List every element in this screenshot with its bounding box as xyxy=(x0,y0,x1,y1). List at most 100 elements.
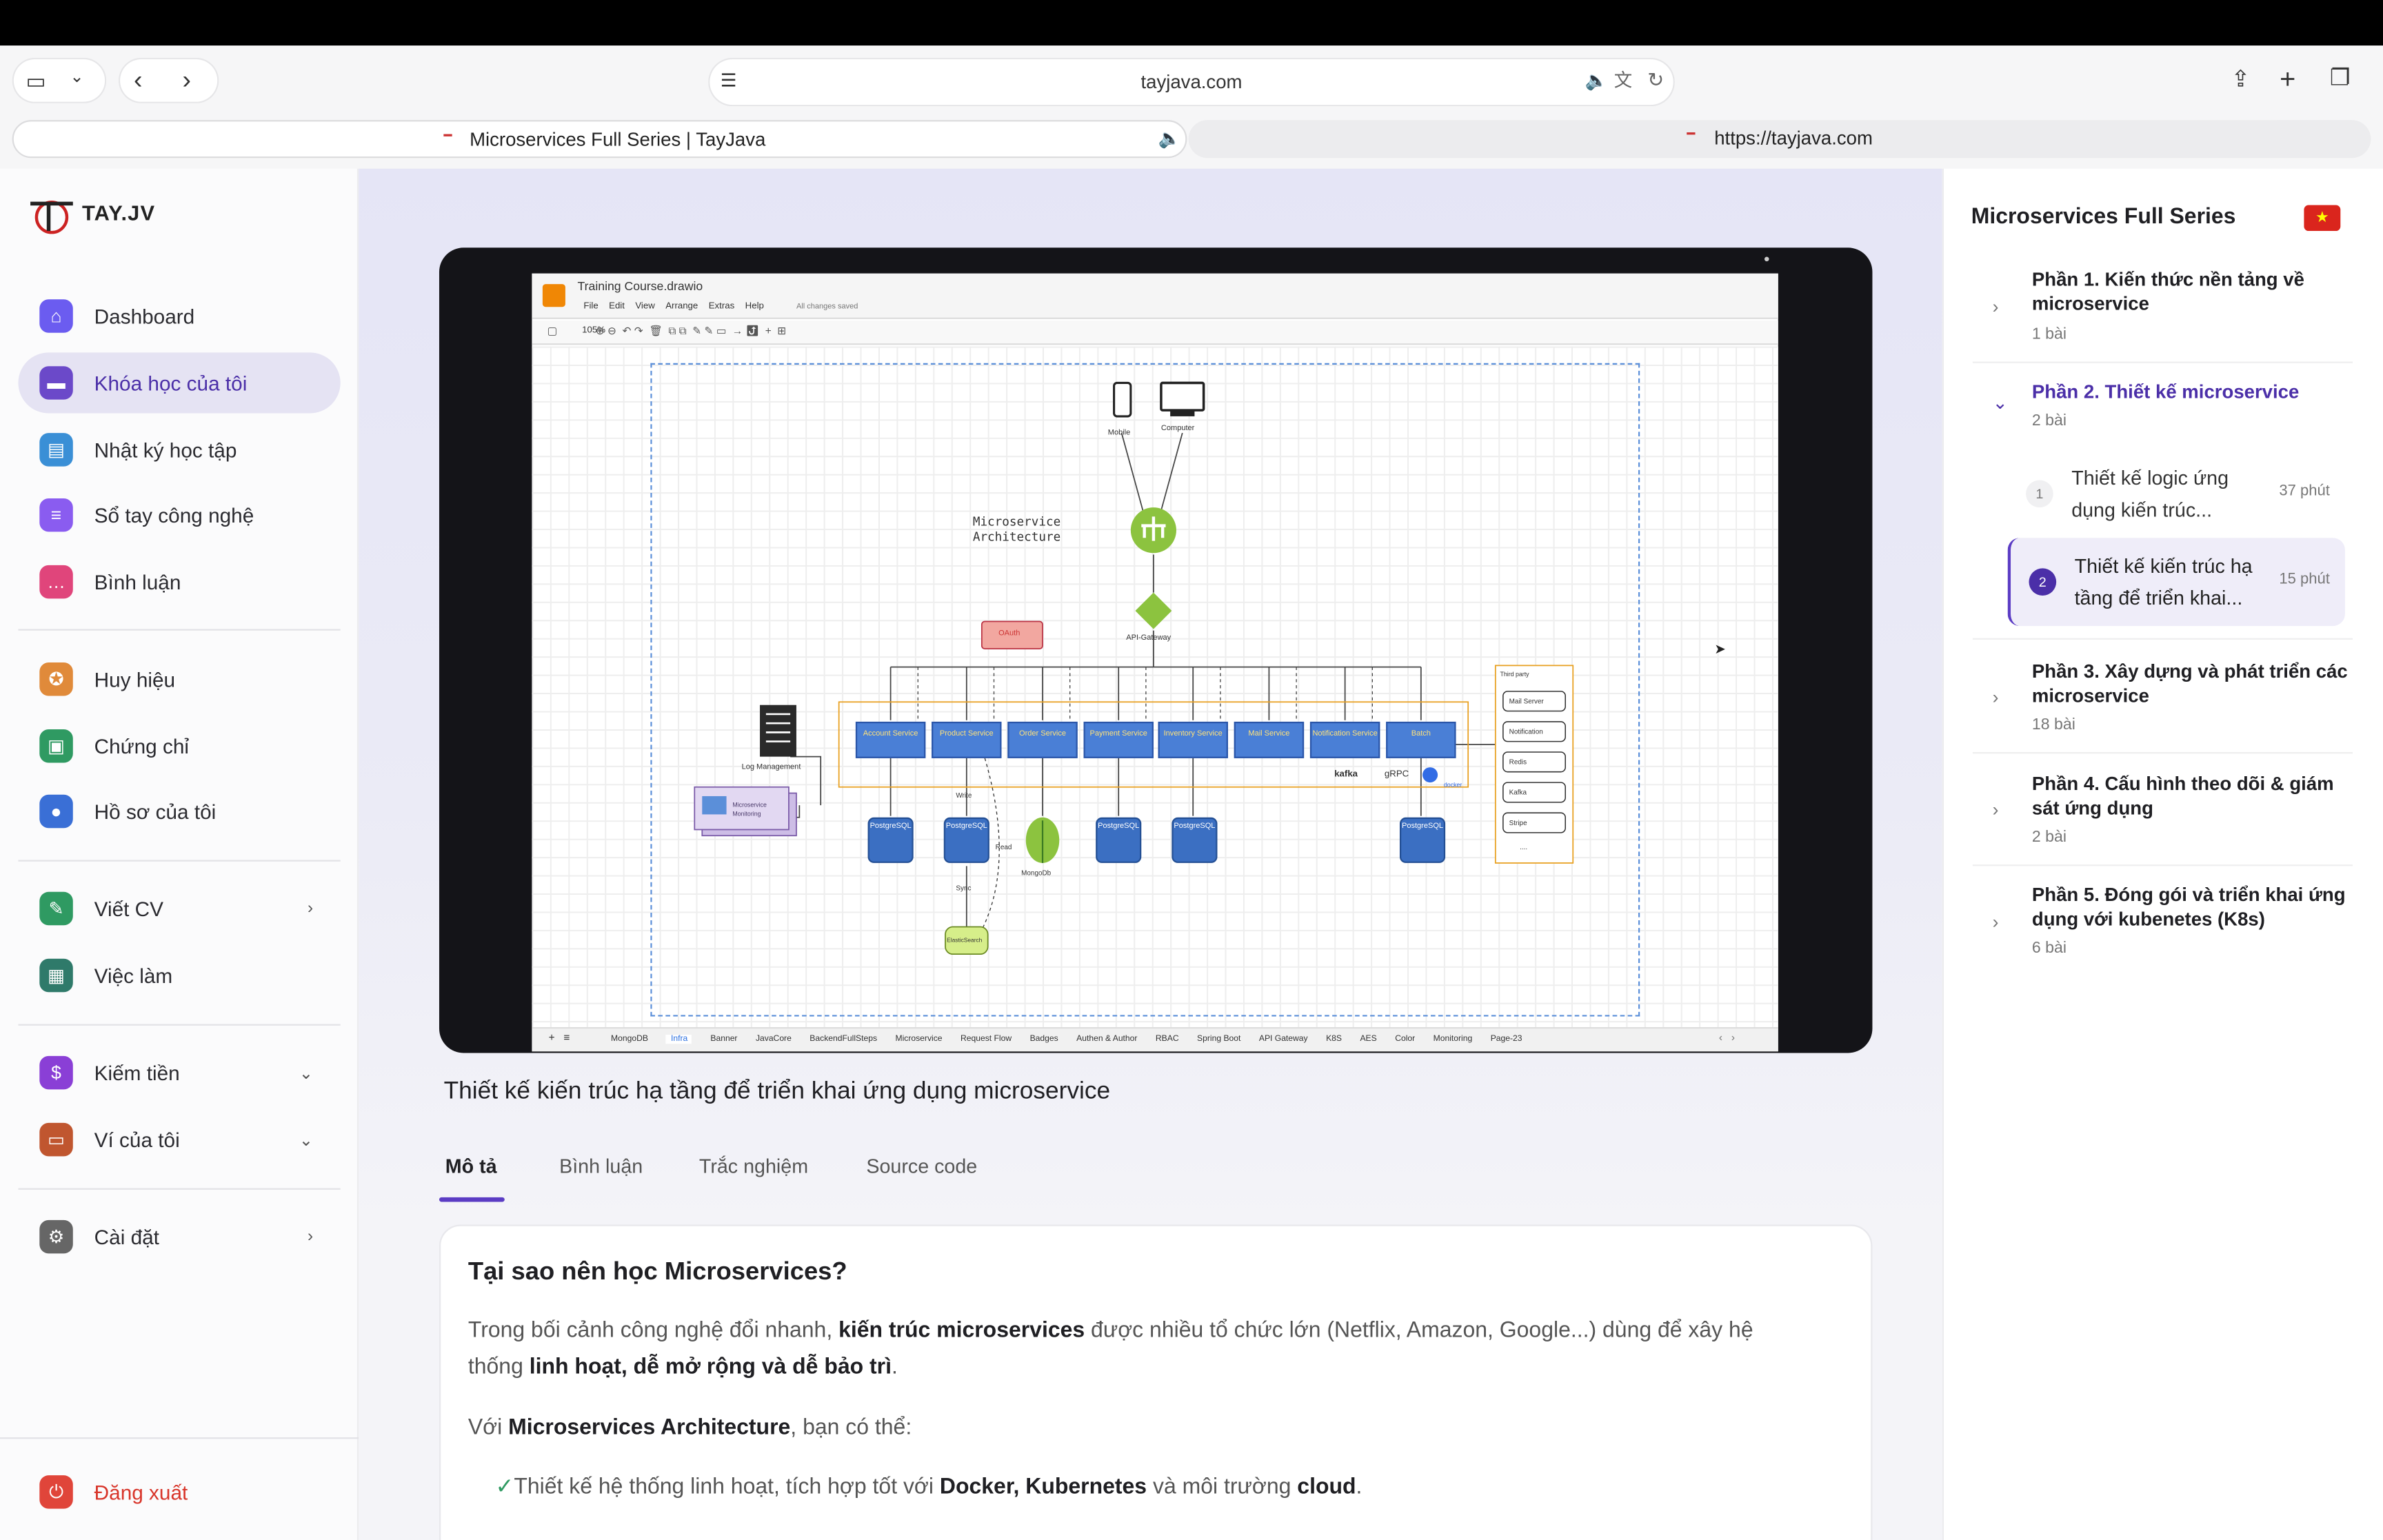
sidebar-item-label: Huy hiệu xyxy=(94,667,176,691)
back-icon[interactable]: ‹ xyxy=(134,67,143,92)
chevron-down-icon[interactable]: ⌄ xyxy=(1993,392,2008,414)
page-tab[interactable]: Page-23 xyxy=(1491,1035,1522,1044)
sidebar-item-8[interactable]: ● Hồ sơ của tôi xyxy=(18,781,340,842)
tab-comments[interactable]: Bình luận xyxy=(559,1155,643,1177)
tab-inactive[interactable]: ━ https://tayjava.com xyxy=(1188,120,2371,159)
drawio-screen: Training Course.drawio File Edit View Arran… xyxy=(532,273,1778,1052)
tab-quiz[interactable]: Trắc nghiệm xyxy=(699,1155,808,1177)
page-tab[interactable]: Color xyxy=(1395,1035,1415,1044)
page-tab[interactable]: MongoDB xyxy=(611,1035,648,1044)
section-3-title[interactable]: Phần 3. Xây dựng và phát triển các micro… xyxy=(2032,660,2351,709)
sidebar-item-7[interactable]: ▣ Chứng chỉ xyxy=(18,716,340,776)
sidebar-item-6[interactable]: ✪ Huy hiệu xyxy=(18,649,340,709)
tab-description[interactable]: Mô tả xyxy=(445,1155,497,1177)
sidebar-item-label: Việc làm xyxy=(94,964,173,987)
add-page-icon[interactable]: + ≡ xyxy=(549,1033,570,1044)
sidebar-item-label: Cài đặt xyxy=(94,1225,159,1248)
forward-icon[interactable]: › xyxy=(182,67,191,92)
page-tab[interactable]: Request Flow xyxy=(961,1035,1012,1044)
service-box: Account Service xyxy=(855,721,926,758)
tab-active[interactable]: ━ Microservices Full Series | TayJava 🔈 xyxy=(12,120,1187,159)
sidebar-item-label: Kiếm tiền xyxy=(94,1061,180,1084)
sidebar-item-13[interactable]: ⚙ Cài đặt › xyxy=(18,1206,340,1267)
notebook-icon: ▤ xyxy=(39,433,73,467)
third-party-item: Notification xyxy=(1509,727,1543,736)
wallet-icon: ▭ xyxy=(39,1122,73,1157)
section-4-title[interactable]: Phần 4. Cấu hình theo dõi & giám sát ứng… xyxy=(2032,772,2351,821)
gear-icon: ⚙ xyxy=(39,1219,73,1254)
page-tab[interactable]: Authen & Author xyxy=(1076,1035,1137,1044)
section-1-title[interactable]: Phần 1. Kiến thức nền tảng về microservi… xyxy=(2032,267,2351,316)
new-tab-icon[interactable]: + xyxy=(2280,65,2295,93)
logo[interactable]: TAY.JV xyxy=(28,194,164,237)
sidebar-item-4[interactable]: ≡ Sổ tay công nghệ xyxy=(18,485,340,545)
service-box: Product Service xyxy=(932,721,1002,758)
divider xyxy=(18,1188,341,1190)
speaker-icon[interactable]: 🔈 xyxy=(1585,72,1608,90)
page-tab[interactable]: K8S xyxy=(1326,1035,1342,1044)
sidebar-item-10[interactable]: ▦ Việc làm xyxy=(18,945,340,1006)
money-icon: $ xyxy=(39,1055,73,1090)
system-top-bar xyxy=(0,0,2383,46)
mongodb-label: MongoDb xyxy=(1021,869,1052,877)
vietnam-flag-icon[interactable]: ★ xyxy=(2304,205,2341,232)
page-scroll-icon[interactable]: ‹ › xyxy=(1719,1033,1735,1044)
read-label: Read xyxy=(995,843,1012,851)
page-tab[interactable]: AES xyxy=(1360,1035,1376,1044)
chevron-right-icon: › xyxy=(307,899,314,918)
third-party-item: Kafka xyxy=(1509,788,1527,796)
share-icon[interactable]: ⇪ xyxy=(2231,68,2251,91)
home-icon: ⌂ xyxy=(39,299,73,333)
oauth-label: OAuth xyxy=(998,629,1020,638)
page-tab[interactable]: RBAC xyxy=(1156,1035,1179,1044)
docker-label: docker xyxy=(1443,780,1462,789)
service-box: Inventory Service xyxy=(1158,721,1228,758)
sidebar-item-label: Chứng chỉ xyxy=(94,734,190,758)
sidebar-item-label: Dashboard xyxy=(94,304,195,327)
page-tab[interactable]: Monitoring xyxy=(1434,1035,1473,1044)
architecture-diagram xyxy=(694,381,1574,955)
lesson-duration: 15 phút xyxy=(2279,571,2330,588)
log-management-label: Log Management xyxy=(741,762,801,772)
page-tab[interactable]: Infra xyxy=(666,1034,692,1044)
lesson-item-2-active[interactable]: 2 Thiết kế kiến trúc hạ tầng để triển kh… xyxy=(2007,538,2345,627)
page-tab[interactable]: JavaCore xyxy=(756,1035,792,1044)
reload-icon[interactable]: ↻ xyxy=(1647,70,1664,90)
page-tab[interactable]: Microservice xyxy=(895,1035,942,1044)
chevron-down-icon[interactable]: ⌄ xyxy=(70,69,83,86)
tab-source-code[interactable]: Source code xyxy=(866,1155,977,1177)
mouse-cursor-icon: ➤ xyxy=(1714,641,1726,657)
sidebar-item-11[interactable]: $ Kiếm tiền ⌄ xyxy=(18,1042,340,1103)
monitoring-label: Microservice Monitoring xyxy=(732,800,767,818)
sidebar-item-2[interactable]: ▬ Khóa học của tôi xyxy=(18,352,341,414)
sidebar-item-label: Sổ tay công nghệ xyxy=(94,503,254,527)
url-text[interactable]: tayjava.com xyxy=(714,65,1669,99)
sidebar-item-9[interactable]: ✎ Viết CV › xyxy=(18,878,340,939)
page-tab[interactable]: Banner xyxy=(710,1035,737,1044)
sidebar-item-3[interactable]: ▤ Nhật ký học tập xyxy=(18,419,340,480)
third-party-item: Stripe xyxy=(1509,819,1527,827)
chevron-right-icon[interactable]: › xyxy=(1993,687,1999,708)
sidebar-item-1[interactable]: ⌂ Dashboard xyxy=(18,285,340,346)
logout-button[interactable]: ⏻ Đăng xuất xyxy=(18,1461,340,1522)
translate-icon[interactable]: 文 xyxy=(1614,72,1632,90)
sidebar-toggle-group[interactable]: ▭ ⌄ xyxy=(12,57,107,103)
lesson-duration: 37 phút xyxy=(2279,483,2330,500)
chevron-right-icon[interactable]: › xyxy=(1993,296,1999,318)
course-outline-panel xyxy=(1942,168,2383,1540)
description-paragraph-1: Trong bối cảnh công nghệ đổi nhanh, kiến… xyxy=(467,1319,1753,1380)
page-tab[interactable]: Badges xyxy=(1030,1035,1058,1044)
sidebar-toggle-icon[interactable]: ▭ xyxy=(26,70,46,91)
chevron-right-icon[interactable]: › xyxy=(1993,799,1999,820)
tab-audio-icon[interactable]: 🔈 xyxy=(1158,129,1181,147)
page-tab[interactable]: BackendFullSteps xyxy=(810,1035,877,1044)
sidebar-item-12[interactable]: ▭ Ví của tôi ⌄ xyxy=(18,1109,340,1170)
chevron-right-icon[interactable]: › xyxy=(1993,911,1999,933)
page-tab[interactable]: Spring Boot xyxy=(1197,1035,1240,1044)
sidebar-item-5[interactable]: … Bình luận xyxy=(18,551,340,612)
lesson-item-1[interactable]: 1 Thiết kế logic ứng dụng kiến trúc... 3… xyxy=(2008,449,2345,538)
section-2-title[interactable]: Phần 2. Thiết kế microservice xyxy=(2032,380,2351,404)
section-5-title[interactable]: Phần 5. Đóng gói và triển khai ứng dụng … xyxy=(2032,883,2351,932)
tabs-overview-icon[interactable]: ❐ xyxy=(2330,67,2351,90)
page-tab[interactable]: API Gateway xyxy=(1259,1035,1308,1044)
